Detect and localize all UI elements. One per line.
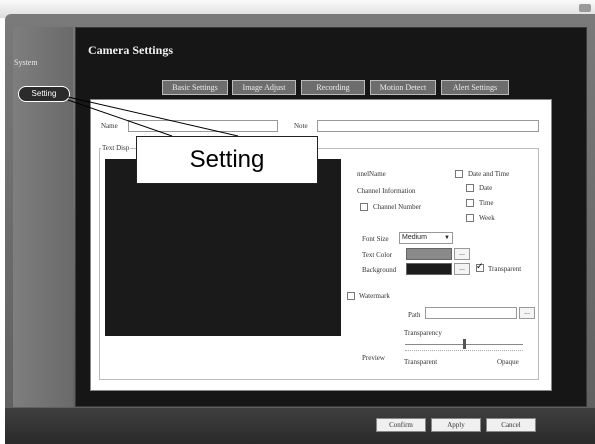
app-window: System Setting Camera Settings Basic Set… bbox=[0, 0, 595, 444]
callout-box: Setting bbox=[136, 136, 318, 184]
callout-pointer bbox=[67, 96, 239, 137]
